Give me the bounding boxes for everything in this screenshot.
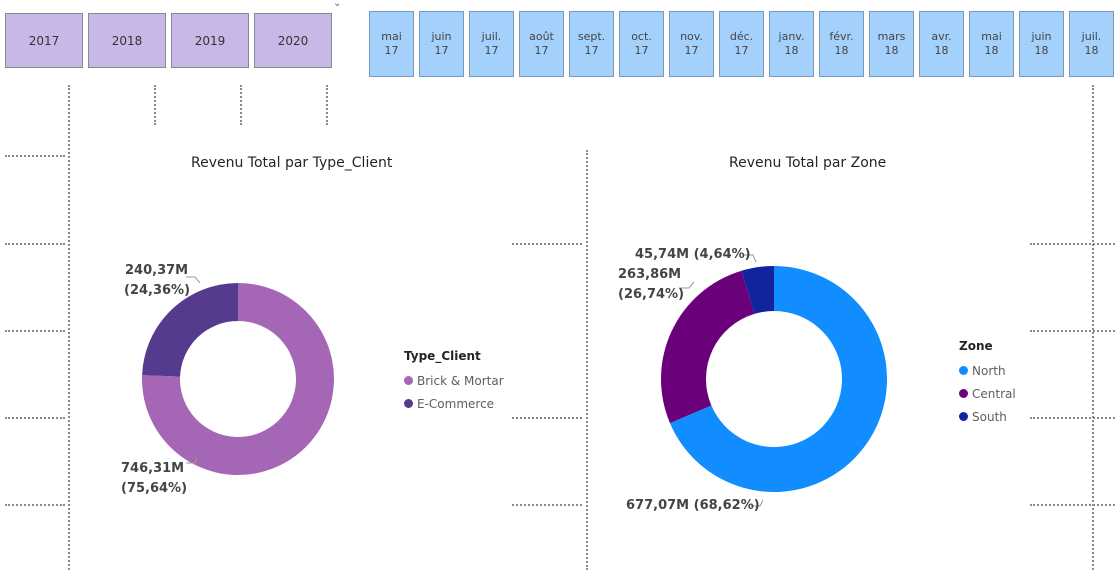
data-label-percent: (26,74%) — [618, 287, 685, 302]
legend-zone: Zone North Central South — [959, 339, 1016, 428]
legend-label: South — [972, 409, 1007, 424]
legend-dot-icon — [959, 412, 968, 421]
data-label-value: 677,07M — [626, 498, 690, 513]
legend-item-central[interactable]: Central — [959, 382, 1016, 405]
data-label-percent: (4,64%) — [693, 247, 751, 262]
legend-item-north[interactable]: North — [959, 359, 1016, 382]
data-label-central: 263,86M (26,74%) — [618, 265, 684, 305]
data-label-south: 45,74M (4,64%) — [635, 245, 751, 265]
legend-dot-icon — [959, 389, 968, 398]
donut-chart-zone — [661, 254, 887, 507]
legend-title: Zone — [959, 339, 993, 353]
data-label-percent: (68,62%) — [693, 498, 760, 513]
data-label-north: 677,07M (68,62%) — [626, 496, 760, 516]
legend-dot-icon — [959, 366, 968, 375]
data-label-value: 263,86M — [618, 267, 682, 282]
legend-label: Central — [972, 386, 1016, 401]
legend-label: North — [972, 363, 1006, 378]
legend-item-south[interactable]: South — [959, 405, 1016, 428]
data-label-value: 45,74M — [635, 247, 690, 262]
